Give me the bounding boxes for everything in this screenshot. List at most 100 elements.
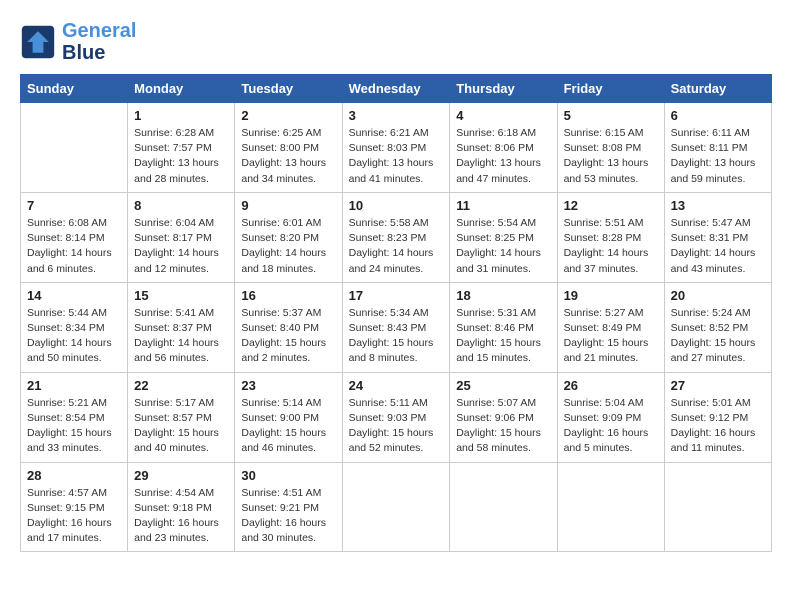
calendar-table: SundayMondayTuesdayWednesdayThursdayFrid…: [20, 74, 772, 552]
day-number: 25: [456, 378, 550, 393]
day-info: Sunrise: 4:54 AM Sunset: 9:18 PM Dayligh…: [134, 486, 228, 547]
day-cell: 20 Sunrise: 5:24 AM Sunset: 8:52 PM Dayli…: [664, 282, 771, 372]
day-cell: 27 Sunrise: 5:01 AM Sunset: 9:12 PM Dayli…: [664, 372, 771, 462]
day-number: 14: [27, 288, 121, 303]
day-info: Sunrise: 6:28 AM Sunset: 7:57 PM Dayligh…: [134, 126, 228, 187]
day-number: 4: [456, 108, 550, 123]
day-cell: 17 Sunrise: 5:34 AM Sunset: 8:43 PM Dayli…: [342, 282, 450, 372]
day-cell: 14 Sunrise: 5:44 AM Sunset: 8:34 PM Dayli…: [21, 282, 128, 372]
day-number: 26: [564, 378, 658, 393]
day-cell: 4 Sunrise: 6:18 AM Sunset: 8:06 PM Daylig…: [450, 103, 557, 193]
day-number: 17: [349, 288, 444, 303]
day-number: 20: [671, 288, 765, 303]
day-cell: [450, 462, 557, 552]
day-number: 23: [241, 378, 335, 393]
day-cell: 19 Sunrise: 5:27 AM Sunset: 8:49 PM Dayli…: [557, 282, 664, 372]
day-number: 5: [564, 108, 658, 123]
day-number: 15: [134, 288, 228, 303]
day-cell: 10Sunrise: 5:58 AM Sunset: 8:23 PM Dayli…: [342, 192, 450, 282]
day-info: Sunrise: 5:11 AM Sunset: 9:03 PM Dayligh…: [349, 396, 444, 457]
day-info: Sunrise: 5:31 AM Sunset: 8:46 PM Dayligh…: [456, 306, 550, 367]
day-info: Sunrise: 5:01 AM Sunset: 9:12 PM Dayligh…: [671, 396, 765, 457]
day-info: Sunrise: 5:47 AM Sunset: 8:31 PM Dayligh…: [671, 216, 765, 277]
day-info: Sunrise: 5:04 AM Sunset: 9:09 PM Dayligh…: [564, 396, 658, 457]
day-number: 7: [27, 198, 121, 213]
day-cell: 25Sunrise: 5:07 AM Sunset: 9:06 PM Dayli…: [450, 372, 557, 462]
day-number: 16: [241, 288, 335, 303]
week-row-2: 7 Sunrise: 6:08 AM Sunset: 8:14 PM Daylig…: [21, 192, 772, 282]
day-cell: [664, 462, 771, 552]
day-number: 18: [456, 288, 550, 303]
day-cell: 7 Sunrise: 6:08 AM Sunset: 8:14 PM Daylig…: [21, 192, 128, 282]
day-cell: 26 Sunrise: 5:04 AM Sunset: 9:09 PM Dayli…: [557, 372, 664, 462]
day-number: 19: [564, 288, 658, 303]
day-info: Sunrise: 6:25 AM Sunset: 8:00 PM Dayligh…: [241, 126, 335, 187]
day-number: 10: [349, 198, 444, 213]
day-number: 13: [671, 198, 765, 213]
day-info: Sunrise: 5:14 AM Sunset: 9:00 PM Dayligh…: [241, 396, 335, 457]
calendar-body: 1 Sunrise: 6:28 AM Sunset: 7:57 PM Daylig…: [21, 103, 772, 552]
day-cell: 2Sunrise: 6:25 AM Sunset: 8:00 PM Daylig…: [235, 103, 342, 193]
day-number: 12: [564, 198, 658, 213]
day-info: Sunrise: 5:54 AM Sunset: 8:25 PM Dayligh…: [456, 216, 550, 277]
day-cell: 9Sunrise: 6:01 AM Sunset: 8:20 PM Daylig…: [235, 192, 342, 282]
day-cell: 5 Sunrise: 6:15 AM Sunset: 8:08 PM Daylig…: [557, 103, 664, 193]
day-info: Sunrise: 5:34 AM Sunset: 8:43 PM Dayligh…: [349, 306, 444, 367]
col-header-sunday: Sunday: [21, 75, 128, 103]
day-info: Sunrise: 5:51 AM Sunset: 8:28 PM Dayligh…: [564, 216, 658, 277]
day-info: Sunrise: 5:27 AM Sunset: 8:49 PM Dayligh…: [564, 306, 658, 367]
col-header-saturday: Saturday: [664, 75, 771, 103]
day-number: 11: [456, 198, 550, 213]
day-number: 27: [671, 378, 765, 393]
day-number: 30: [241, 468, 335, 483]
day-info: Sunrise: 4:57 AM Sunset: 9:15 PM Dayligh…: [27, 486, 121, 547]
logo-text: General Blue: [62, 20, 136, 64]
day-cell: [557, 462, 664, 552]
day-cell: [342, 462, 450, 552]
col-header-tuesday: Tuesday: [235, 75, 342, 103]
day-info: Sunrise: 5:44 AM Sunset: 8:34 PM Dayligh…: [27, 306, 121, 367]
week-row-4: 21 Sunrise: 5:21 AM Sunset: 8:54 PM Dayli…: [21, 372, 772, 462]
day-cell: 8 Sunrise: 6:04 AM Sunset: 8:17 PM Daylig…: [128, 192, 235, 282]
week-row-1: 1 Sunrise: 6:28 AM Sunset: 7:57 PM Daylig…: [21, 103, 772, 193]
day-number: 8: [134, 198, 228, 213]
col-header-wednesday: Wednesday: [342, 75, 450, 103]
header: General Blue: [20, 20, 772, 64]
day-info: Sunrise: 6:08 AM Sunset: 8:14 PM Dayligh…: [27, 216, 121, 277]
day-cell: 22Sunrise: 5:17 AM Sunset: 8:57 PM Dayli…: [128, 372, 235, 462]
day-cell: 12 Sunrise: 5:51 AM Sunset: 8:28 PM Dayli…: [557, 192, 664, 282]
day-info: Sunrise: 6:11 AM Sunset: 8:11 PM Dayligh…: [671, 126, 765, 187]
day-cell: 16Sunrise: 5:37 AM Sunset: 8:40 PM Dayli…: [235, 282, 342, 372]
day-cell: 18 Sunrise: 5:31 AM Sunset: 8:46 PM Dayli…: [450, 282, 557, 372]
col-header-monday: Monday: [128, 75, 235, 103]
day-cell: 30 Sunrise: 4:51 AM Sunset: 9:21 PM Dayli…: [235, 462, 342, 552]
day-number: 3: [349, 108, 444, 123]
day-info: Sunrise: 6:21 AM Sunset: 8:03 PM Dayligh…: [349, 126, 444, 187]
day-cell: 1 Sunrise: 6:28 AM Sunset: 7:57 PM Daylig…: [128, 103, 235, 193]
day-cell: 6Sunrise: 6:11 AM Sunset: 8:11 PM Daylig…: [664, 103, 771, 193]
day-info: Sunrise: 5:21 AM Sunset: 8:54 PM Dayligh…: [27, 396, 121, 457]
day-cell: 29 Sunrise: 4:54 AM Sunset: 9:18 PM Dayli…: [128, 462, 235, 552]
week-row-5: 28 Sunrise: 4:57 AM Sunset: 9:15 PM Dayli…: [21, 462, 772, 552]
day-cell: 11 Sunrise: 5:54 AM Sunset: 8:25 PM Dayli…: [450, 192, 557, 282]
day-cell: 15Sunrise: 5:41 AM Sunset: 8:37 PM Dayli…: [128, 282, 235, 372]
day-cell: 23 Sunrise: 5:14 AM Sunset: 9:00 PM Dayli…: [235, 372, 342, 462]
col-header-thursday: Thursday: [450, 75, 557, 103]
day-number: 21: [27, 378, 121, 393]
logo: General Blue: [20, 20, 136, 64]
logo-icon: [20, 24, 56, 60]
day-info: Sunrise: 6:04 AM Sunset: 8:17 PM Dayligh…: [134, 216, 228, 277]
day-cell: [21, 103, 128, 193]
col-header-friday: Friday: [557, 75, 664, 103]
day-number: 28: [27, 468, 121, 483]
day-number: 29: [134, 468, 228, 483]
day-number: 1: [134, 108, 228, 123]
day-info: Sunrise: 5:24 AM Sunset: 8:52 PM Dayligh…: [671, 306, 765, 367]
day-info: Sunrise: 6:15 AM Sunset: 8:08 PM Dayligh…: [564, 126, 658, 187]
day-number: 24: [349, 378, 444, 393]
day-cell: 13 Sunrise: 5:47 AM Sunset: 8:31 PM Dayli…: [664, 192, 771, 282]
day-info: Sunrise: 6:18 AM Sunset: 8:06 PM Dayligh…: [456, 126, 550, 187]
day-cell: 24 Sunrise: 5:11 AM Sunset: 9:03 PM Dayli…: [342, 372, 450, 462]
day-number: 9: [241, 198, 335, 213]
day-info: Sunrise: 4:51 AM Sunset: 9:21 PM Dayligh…: [241, 486, 335, 547]
